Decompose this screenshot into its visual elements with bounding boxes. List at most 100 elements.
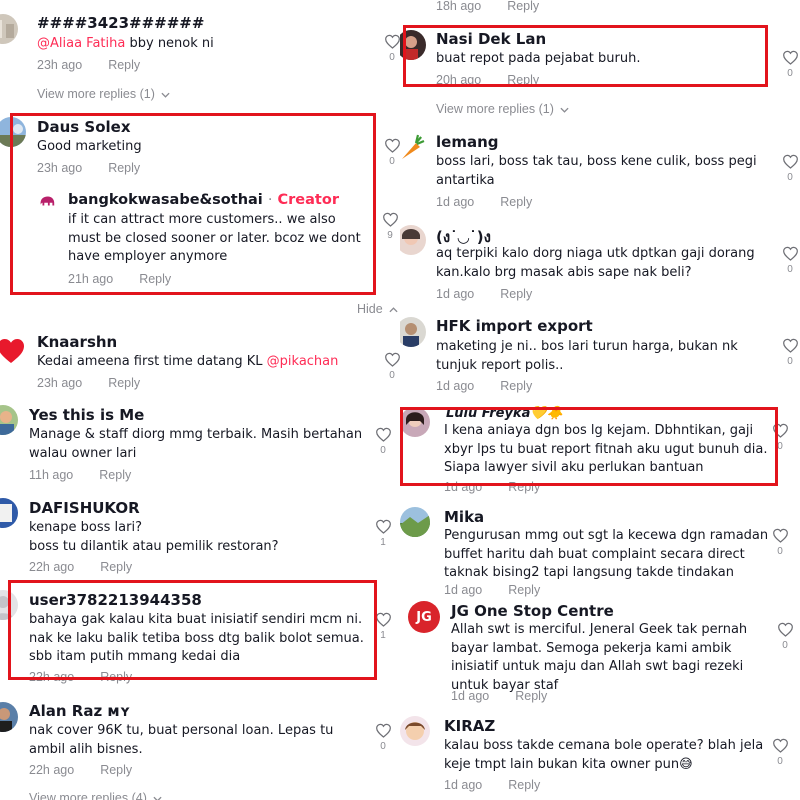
like-button[interactable]: 0 [775, 622, 795, 651]
heart-outline-icon [772, 528, 788, 543]
reply-button[interactable]: Reply [508, 778, 540, 792]
heart-outline-icon [375, 612, 391, 627]
like-button[interactable]: 0 [770, 738, 790, 767]
like-count: 0 [389, 52, 395, 63]
comments-column-left: ####3423###### @Aliaa Fatiha bby nenok n… [0, 0, 400, 800]
comment-text: aq terpiki kalo dorg niaga utk dptkan ga… [436, 246, 755, 280]
reply-button[interactable]: Reply [108, 58, 140, 72]
like-button[interactable]: 0 [373, 427, 393, 456]
red-heart-icon[interactable] [0, 336, 26, 366]
avatar[interactable] [0, 405, 18, 435]
comment-meta: 23h ago Reply [37, 58, 140, 72]
like-count: 0 [777, 756, 783, 767]
comment-text: maketing je ni.. bos lari turun harga, b… [436, 339, 738, 373]
timestamp: 1d ago [451, 689, 490, 703]
username[interactable]: JG One Stop Centre [451, 602, 614, 620]
like-button[interactable]: 0 [780, 338, 800, 367]
heart-outline-icon [375, 519, 391, 534]
reply-button[interactable]: Reply [500, 287, 532, 301]
heart-outline-icon [375, 427, 391, 442]
like-button[interactable]: 0 [770, 528, 790, 557]
username[interactable]: Alan Raz ᴍʏ [29, 702, 131, 720]
heart-outline-icon [382, 212, 398, 227]
avatar[interactable] [400, 317, 426, 347]
comment-meta: 1d ago Reply [444, 583, 540, 597]
avatar[interactable] [0, 702, 18, 732]
chevron-up-icon [389, 306, 398, 312]
username[interactable]: KIRAZ [444, 717, 495, 735]
timestamp: 1d ago [436, 287, 475, 301]
avatar[interactable] [400, 225, 426, 255]
like-count: 0 [787, 356, 793, 367]
like-button[interactable]: 0 [780, 246, 800, 275]
reply-button[interactable]: Reply [508, 583, 540, 597]
like-count: 0 [787, 68, 793, 79]
reply-button[interactable]: Reply [507, 0, 539, 13]
username[interactable]: ####3423###### [37, 14, 204, 32]
comment-text: Manage & staff diorg mmg terbaik. Masih … [29, 427, 363, 461]
hide-replies-button[interactable]: Hide [357, 302, 398, 316]
like-button[interactable]: 0 [780, 154, 800, 183]
jg-logo-avatar[interactable]: JG [408, 601, 440, 633]
like-button[interactable]: 0 [373, 723, 393, 752]
like-button[interactable]: 9 [380, 212, 400, 241]
reply-button[interactable]: Reply [515, 689, 547, 703]
timestamp: 22h ago [29, 560, 75, 574]
timestamp: 1d ago [436, 379, 475, 393]
comment-meta: 11h ago Reply [29, 468, 131, 482]
timestamp: 1d ago [436, 195, 475, 209]
avatar[interactable] [0, 14, 18, 44]
avatar[interactable] [0, 498, 18, 528]
like-count: 0 [777, 546, 783, 557]
reply-button[interactable]: Reply [100, 560, 132, 574]
like-button[interactable]: 0 [382, 34, 400, 63]
username[interactable]: DAFISHUKOR [29, 499, 140, 517]
like-button[interactable]: 0 [382, 138, 400, 167]
heart-outline-icon [782, 246, 798, 261]
timestamp: 1d ago [444, 778, 483, 792]
timestamp: 18h ago [436, 0, 482, 13]
heart-outline-icon [375, 723, 391, 738]
highlight-box [400, 407, 778, 486]
comment-text: boss lari, boss tak tau, boss kene culik… [436, 154, 757, 188]
comment-meta: 1d ago Reply [436, 195, 532, 209]
view-more-replies[interactable]: View more replies (1) [436, 102, 569, 116]
like-count: 9 [387, 230, 393, 241]
username[interactable]: lemang [436, 133, 498, 151]
username[interactable]: Yes this is Me [29, 406, 144, 424]
username[interactable]: HFK import export [436, 317, 593, 335]
reply-button[interactable]: Reply [100, 763, 132, 777]
carrot-avatar[interactable] [400, 133, 426, 163]
comment-meta: 22h ago Reply [29, 560, 132, 574]
heart-outline-icon [782, 50, 798, 65]
username[interactable]: Mika [444, 508, 484, 526]
avatar[interactable] [400, 507, 430, 537]
comment-text: Allah swt is merciful. Jeneral Geek tak … [451, 622, 748, 693]
reply-button[interactable]: Reply [500, 379, 532, 393]
view-more-replies[interactable]: View more replies (4) [29, 791, 162, 800]
reply-button[interactable]: Reply [108, 376, 140, 390]
chevron-down-icon [560, 107, 569, 113]
comment-meta: 1d ago Reply [436, 287, 532, 301]
view-more-replies[interactable]: View more replies (1) [37, 87, 170, 101]
mention-link[interactable]: @pikachan [267, 354, 339, 369]
like-count: 0 [787, 172, 793, 183]
like-button[interactable]: 0 [382, 352, 400, 381]
comment-meta: 1d ago Reply [436, 379, 532, 393]
reply-button[interactable]: Reply [500, 195, 532, 209]
like-count: 0 [782, 640, 788, 651]
heart-outline-icon [782, 338, 798, 353]
reply-button[interactable]: Reply [99, 468, 131, 482]
comment-text: Pengurusan mmg out sgt la kecewa dgn ram… [444, 528, 769, 580]
like-count: 1 [380, 537, 386, 548]
comment-meta: 22h ago Reply [29, 763, 132, 777]
timestamp: 22h ago [29, 763, 75, 777]
username[interactable]: Knaarshn [37, 333, 117, 351]
like-count: 0 [380, 741, 386, 752]
heart-outline-icon [777, 622, 793, 637]
like-button[interactable]: 1 [373, 519, 393, 548]
avatar[interactable] [400, 716, 430, 746]
mention-link[interactable]: @Aliaa Fatiha [37, 36, 125, 51]
like-button[interactable]: 0 [780, 50, 800, 79]
heart-outline-icon [384, 352, 400, 367]
